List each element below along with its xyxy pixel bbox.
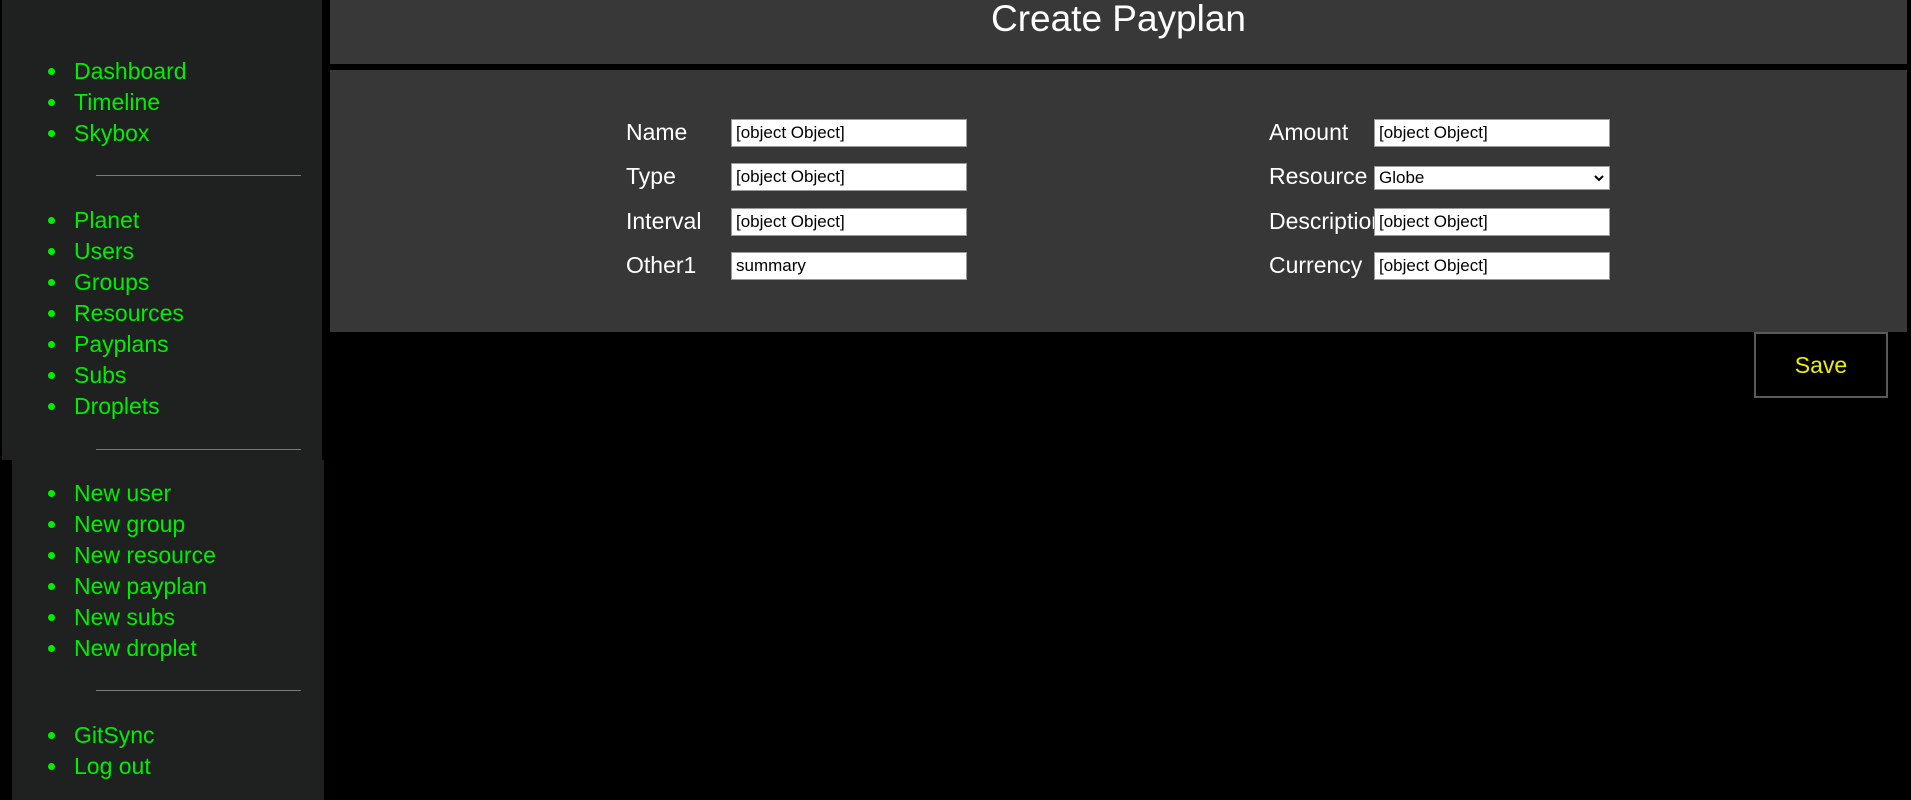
amount-label: Amount [1269, 119, 1349, 145]
description-input[interactable] [1374, 208, 1610, 236]
interval-label: Interval [626, 208, 702, 234]
type-label: Type [626, 163, 676, 189]
nav-item-resources[interactable]: Resources [48, 298, 184, 329]
sidebar-divider [96, 175, 301, 176]
nav-group-entities: Planet Users Groups Resources Payplans S… [2, 205, 184, 422]
payplan-form: Name Type Interval Other1 Amount Resourc… [330, 70, 1907, 332]
resource-selected-value: Globe [1379, 168, 1425, 187]
page-title: Create Payplan [990, 0, 1247, 39]
nav-item-payplans[interactable]: Payplans [48, 329, 184, 360]
currency-input[interactable] [1374, 252, 1610, 280]
nav-item-new-resource[interactable]: New resource [48, 540, 216, 571]
nav-item-log-out[interactable]: Log out [48, 751, 155, 782]
nav-item-timeline[interactable]: Timeline [48, 87, 187, 118]
nav-item-planet[interactable]: Planet [48, 205, 184, 236]
chevron-down-icon [1594, 175, 1604, 182]
name-input[interactable] [731, 119, 967, 147]
sidebar-divider [96, 690, 301, 691]
nav-item-gitsync[interactable]: GitSync [48, 720, 155, 751]
nav-item-users[interactable]: Users [48, 236, 184, 267]
interval-input[interactable] [731, 208, 967, 236]
sidebar-divider [96, 449, 301, 450]
type-input[interactable] [731, 163, 967, 191]
nav-item-new-payplan[interactable]: New payplan [48, 571, 216, 602]
save-button[interactable]: Save [1754, 332, 1888, 398]
nav-item-dashboard[interactable]: Dashboard [48, 56, 187, 87]
nav-group-create: New user New group New resource New payp… [2, 478, 216, 664]
page-header: Create Payplan [330, 0, 1907, 64]
nav-item-subs[interactable]: Subs [48, 360, 184, 391]
currency-label: Currency [1269, 252, 1363, 278]
nav-item-new-user[interactable]: New user [48, 478, 216, 509]
nav-item-groups[interactable]: Groups [48, 267, 184, 298]
nav-item-new-droplet[interactable]: New droplet [48, 633, 216, 664]
sidebar-lower: New user New group New resource New payp… [12, 460, 324, 800]
nav-item-droplets[interactable]: Droplets [48, 391, 184, 422]
other1-label: Other1 [626, 252, 697, 278]
other1-input[interactable] [731, 252, 967, 280]
description-label: Description [1269, 208, 1374, 234]
nav-group-main: Dashboard Timeline Skybox [2, 56, 187, 149]
nav-group-system: GitSync Log out [2, 720, 155, 782]
sidebar: Dashboard Timeline Skybox Planet Users G… [2, 0, 322, 460]
name-label: Name [626, 119, 688, 145]
nav-item-new-group[interactable]: New group [48, 509, 216, 540]
amount-input[interactable] [1374, 119, 1610, 147]
nav-item-new-subs[interactable]: New subs [48, 602, 216, 633]
resource-select[interactable]: Globe [1374, 166, 1610, 190]
nav-item-skybox[interactable]: Skybox [48, 118, 187, 149]
resource-label: Resource [1269, 163, 1368, 189]
